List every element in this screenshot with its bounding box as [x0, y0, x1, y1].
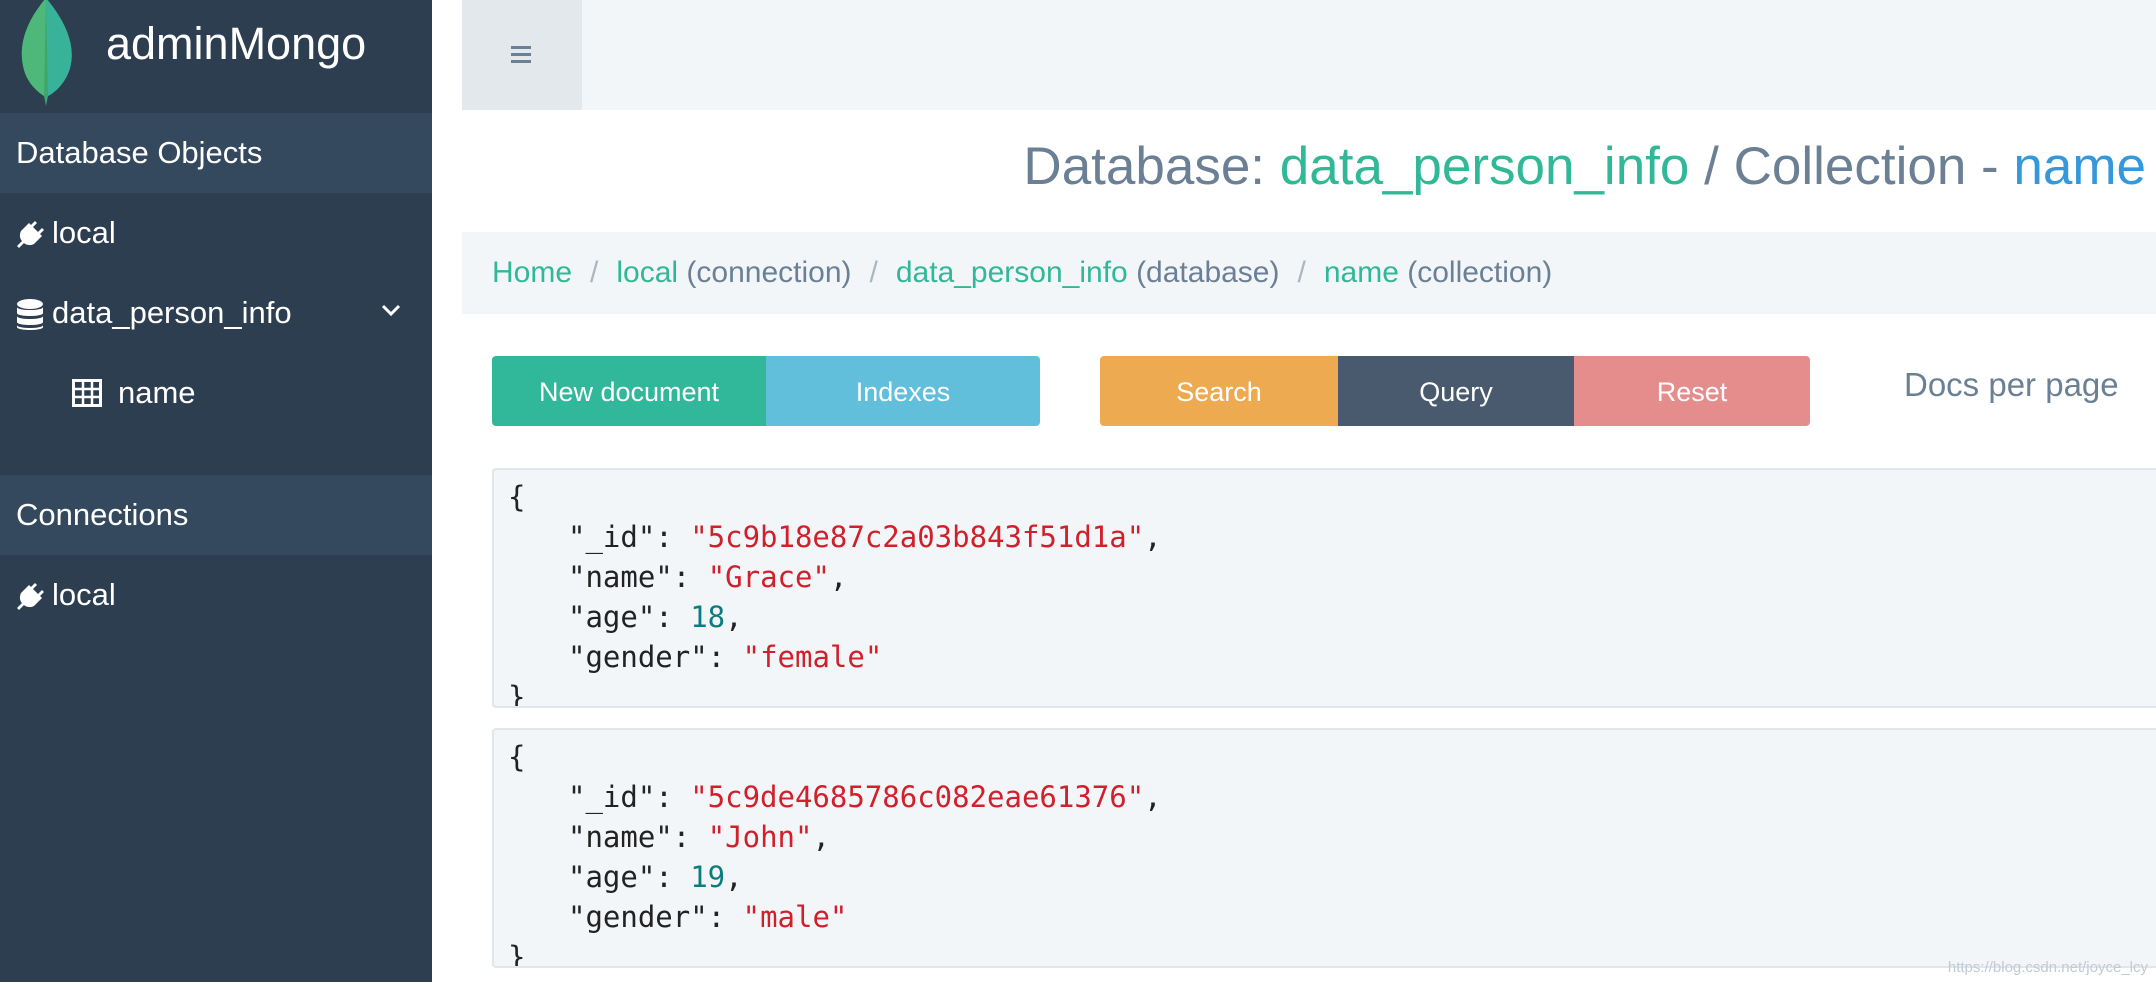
sidebar-item-connection-local[interactable]: local	[0, 555, 432, 635]
page-title: Database: data_person_info / Collection …	[1023, 136, 2146, 197]
json-line-id: "_id": "5c9de4685786c082eae61376",	[568, 780, 1162, 814]
json-line-id: "_id": "5c9b18e87c2a03b843f51d1a",	[568, 520, 1162, 554]
mongodb-leaf-logo	[21, 0, 72, 106]
breadcrumb-connection-suffix: (connection)	[686, 256, 852, 289]
json-comma: ,	[1144, 520, 1162, 554]
json-value-age: 18	[690, 600, 726, 634]
json-line-gender: "gender": "male"	[568, 900, 847, 934]
json-value-name: "Grace"	[707, 560, 830, 594]
section-connections: Connections	[0, 475, 432, 555]
plug-icon	[17, 583, 44, 610]
brand-title: adminMongo	[106, 18, 367, 69]
json-comma: ,	[829, 560, 848, 594]
json-close-brace: }	[508, 940, 526, 968]
json-comma: ,	[725, 600, 743, 634]
breadcrumb-connection-link[interactable]: local	[616, 256, 678, 289]
sidebar-item-label: local	[52, 215, 116, 250]
document-card[interactable]: { "_id": "5c9de4685786c082eae61376", "na…	[492, 728, 2156, 968]
json-comma: ,	[725, 860, 743, 894]
plug-icon	[17, 221, 44, 248]
table-icon	[72, 379, 102, 407]
json-key: "name":	[568, 560, 708, 594]
breadcrumb-separator: /	[590, 256, 599, 289]
search-button[interactable]: Search	[1100, 356, 1338, 426]
json-key: "gender":	[568, 900, 743, 934]
json-line-age: "age": 18,	[568, 600, 743, 634]
json-key: "age":	[568, 860, 691, 894]
query-button[interactable]: Query	[1338, 356, 1574, 426]
json-value-age: 19	[690, 860, 726, 894]
json-comma: ,	[1144, 780, 1162, 814]
json-open-brace: {	[508, 480, 526, 514]
json-value-name: "John"	[707, 820, 813, 854]
docs-per-page-label: Docs per page	[1904, 366, 2119, 403]
indexes-button[interactable]: Indexes	[766, 356, 1040, 426]
breadcrumb-home-link[interactable]: Home	[492, 256, 572, 289]
reset-button[interactable]: Reset	[1574, 356, 1810, 426]
title-collection: name	[2013, 137, 2146, 196]
brand[interactable]: adminMongo	[0, 0, 432, 110]
breadcrumb-separator: /	[1297, 256, 1306, 289]
watermark: https://blog.csdn.net/joyce_lcy	[1947, 959, 2148, 976]
json-line-name: "name": "John",	[568, 820, 830, 854]
json-key: "gender":	[568, 640, 743, 674]
breadcrumb-collection-link[interactable]: name	[1324, 256, 1399, 289]
hamburger-icon	[511, 46, 531, 63]
database-icon	[17, 299, 43, 330]
sidebar-toggle-button[interactable]	[462, 0, 582, 110]
json-comma: ,	[812, 820, 830, 854]
json-close-brace: }	[508, 680, 526, 708]
new-document-button[interactable]: New document	[492, 356, 766, 426]
sidebar-item-label: data_person_info	[52, 295, 292, 330]
title-database: data_person_info	[1279, 137, 1690, 196]
breadcrumb-collection-suffix: (collection)	[1407, 256, 1553, 289]
sidebar: adminMongo Database Objects local data_p…	[0, 0, 432, 982]
json-line-name: "name": "Grace",	[568, 560, 847, 594]
chevron-down-icon[interactable]	[380, 299, 402, 321]
json-line-age: "age": 19,	[568, 860, 743, 894]
title-prefix: Database:	[1023, 137, 1266, 196]
section-database-objects: Database Objects	[0, 113, 432, 193]
top-bar	[462, 0, 2156, 110]
json-open-brace: {	[508, 740, 526, 774]
json-value-gender: "female"	[742, 640, 883, 674]
json-value-gender: "male"	[742, 900, 848, 934]
json-key: "_id":	[568, 780, 691, 814]
json-key: "_id":	[568, 520, 691, 554]
sidebar-item-local-db[interactable]: local	[0, 193, 432, 273]
breadcrumb-separator: /	[869, 256, 878, 289]
sidebar-item-label: name	[118, 375, 196, 410]
document-card[interactable]: { "_id": "5c9b18e87c2a03b843f51d1a", "na…	[492, 468, 2156, 708]
title-separator: / Collection -	[1704, 137, 1999, 196]
sidebar-item-database[interactable]: data_person_info	[0, 273, 432, 353]
json-key: "age":	[568, 600, 691, 634]
json-value-id: "5c9b18e87c2a03b843f51d1a"	[690, 520, 1145, 554]
breadcrumb: Home / local (connection) / data_person_info…	[462, 232, 2156, 314]
sidebar-item-label: local	[52, 577, 116, 612]
breadcrumb-database-suffix: (database)	[1136, 256, 1280, 289]
breadcrumb-database-link[interactable]: data_person_info	[896, 256, 1128, 289]
sidebar-item-collection[interactable]: name	[0, 353, 432, 433]
json-line-gender: "gender": "female"	[568, 640, 882, 674]
json-key: "name":	[568, 820, 708, 854]
json-value-id: "5c9de4685786c082eae61376"	[690, 780, 1145, 814]
